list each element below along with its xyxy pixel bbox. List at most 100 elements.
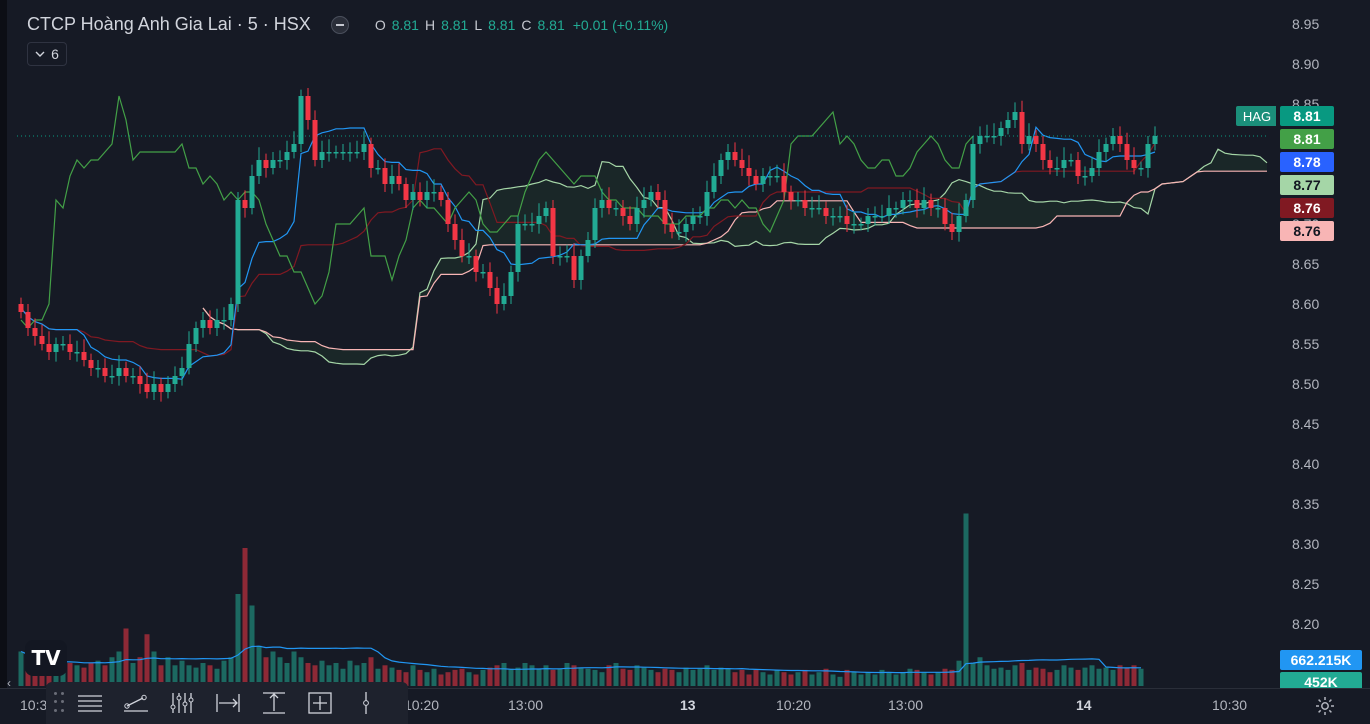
candle-body: [501, 296, 507, 304]
volume-bar: [1005, 669, 1011, 686]
drag-handle-icon[interactable]: [54, 692, 64, 714]
volume-bar: [459, 668, 465, 686]
horizontal-lines-button[interactable]: [70, 686, 110, 720]
volume-bar: [256, 645, 262, 686]
chart-area[interactable]: CTCP Hoàng Anh Gia Lai · 5 · HSX O 8.81 H…: [0, 0, 1277, 690]
price-label: 8.81: [1280, 106, 1334, 126]
candle-body: [480, 272, 486, 274]
time-label: 14: [1076, 697, 1092, 713]
volume-bar: [585, 668, 591, 686]
price-scale[interactable]: 8.958.908.858.808.758.708.658.608.558.50…: [1276, 0, 1370, 692]
axis-corner: [1276, 688, 1370, 724]
candle-body: [697, 216, 703, 218]
candle-body: [130, 376, 136, 378]
candle-body: [445, 200, 451, 224]
volume-bar: [466, 672, 472, 686]
volume-bar: [249, 605, 255, 686]
candle-body: [1117, 136, 1123, 144]
candle-body: [403, 184, 409, 200]
open-value: 8.81: [391, 16, 419, 33]
volume-bar: [564, 663, 570, 686]
volume-bar: [872, 674, 878, 686]
volume-bar: [767, 674, 773, 686]
candle-body: [599, 200, 605, 208]
gear-icon[interactable]: [1314, 695, 1336, 717]
candle-body: [431, 192, 437, 194]
candle-body: [739, 160, 745, 168]
cursor-line-button[interactable]: [346, 686, 386, 720]
volume-bar: [270, 651, 276, 686]
high-value: 8.81: [441, 16, 469, 33]
price-tick: 8.65: [1292, 256, 1320, 272]
price-chart[interactable]: [7, 0, 1277, 688]
volume-bar: [557, 668, 563, 686]
volume-bar: [900, 672, 906, 686]
candle-body: [732, 152, 738, 160]
candle-body: [172, 376, 178, 384]
horizontal-lines-icon: [78, 695, 102, 712]
date-range-icon: [216, 694, 240, 712]
candle-body: [809, 208, 815, 210]
volume-bar: [431, 668, 437, 686]
volume-bar: [424, 672, 430, 686]
close-value: 8.81: [537, 16, 565, 33]
indicators-toggle-button[interactable]: 6: [27, 42, 67, 66]
candle-body: [88, 360, 94, 368]
drawing-toolbar: [46, 682, 408, 724]
hide-legend-button[interactable]: [330, 15, 349, 34]
volume-bar: [788, 674, 794, 686]
volume-bar: [1131, 665, 1137, 686]
candle-body: [291, 144, 297, 152]
volume-bar: [746, 674, 752, 686]
date-price-range-button[interactable]: [300, 686, 340, 720]
symbol-title[interactable]: CTCP Hoàng Anh Gia Lai · 5 · HSX: [27, 14, 311, 35]
volume-bar: [928, 674, 934, 686]
candle-body: [956, 216, 962, 232]
volume-bar: [655, 672, 661, 686]
indicator-count: 6: [51, 46, 59, 62]
volume-bar: [669, 669, 675, 686]
volume-bar: [942, 668, 948, 686]
candle-body: [1124, 144, 1130, 160]
trend-line-button[interactable]: [116, 686, 156, 720]
volume-bar: [760, 672, 766, 686]
candle-body: [277, 160, 283, 162]
volume-bar: [725, 668, 731, 686]
candle-body: [879, 216, 885, 218]
volume-bar: [662, 668, 668, 686]
price-range-icon: [263, 692, 285, 714]
time-label: 10:30: [1212, 697, 1248, 713]
candle-body: [438, 192, 444, 200]
candle-body: [648, 192, 654, 200]
price-range-button[interactable]: [254, 686, 294, 720]
candle-body: [284, 152, 290, 160]
candle-body: [641, 200, 647, 208]
candle-body: [900, 200, 906, 208]
candle-body: [991, 136, 997, 138]
price-label: 8.81: [1280, 129, 1334, 149]
candle-body: [788, 192, 794, 200]
candle-body: [18, 304, 24, 312]
volume-bar: [956, 660, 962, 686]
date-range-button[interactable]: [208, 686, 248, 720]
time-label: 13:00: [888, 697, 924, 713]
trend-line-icon: [124, 694, 148, 712]
candle-body: [32, 328, 38, 336]
candle-body: [984, 136, 990, 138]
volume-bar: [1068, 667, 1074, 686]
tradingview-logo-icon[interactable]: TV: [25, 640, 67, 676]
candle-body: [676, 232, 682, 234]
candle-body: [249, 176, 255, 208]
candle-body: [725, 152, 731, 160]
candle-body: [221, 320, 227, 322]
candle-body: [907, 200, 913, 202]
candle-body: [1047, 160, 1053, 168]
change-value: +0.01 (+0.11%): [572, 16, 669, 33]
candle-body: [683, 224, 689, 232]
candle-body: [585, 240, 591, 256]
candle-body: [858, 224, 864, 226]
price-label: 8.76: [1280, 198, 1334, 218]
candle-body: [1089, 168, 1095, 176]
price-tick: 8.50: [1292, 376, 1320, 392]
indicator-sliders-button[interactable]: [162, 686, 202, 720]
